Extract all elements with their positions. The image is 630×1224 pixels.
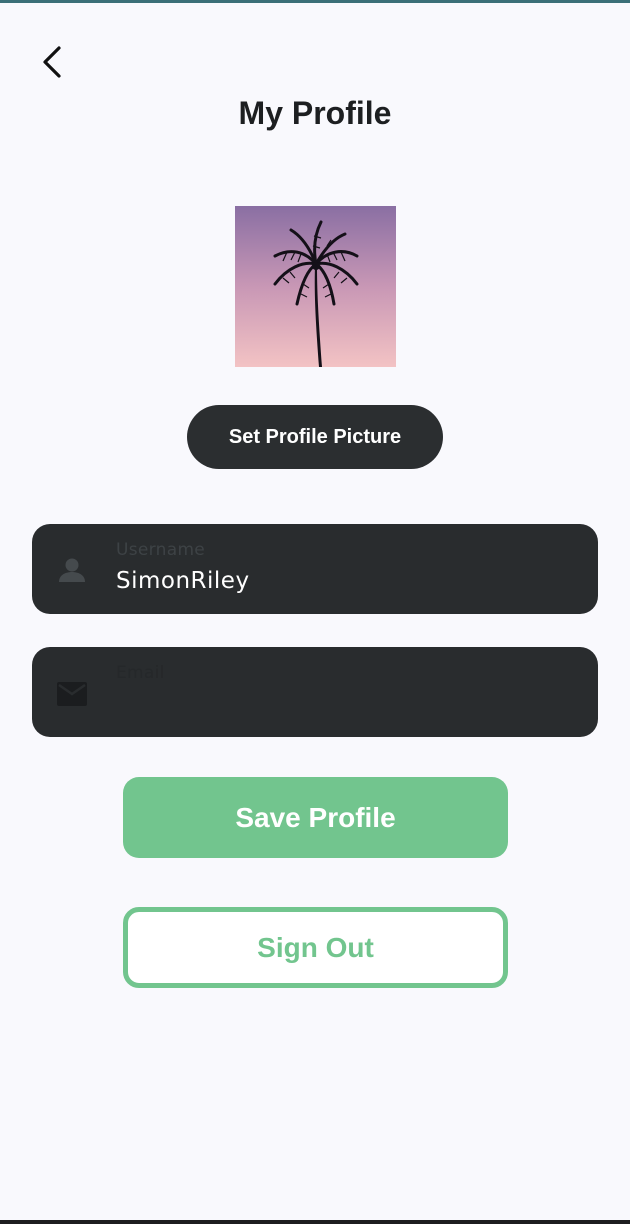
person-icon: [59, 558, 85, 582]
page-title: My Profile: [238, 95, 392, 131]
set-profile-picture-button[interactable]: Set Profile Picture: [187, 405, 443, 469]
back-button[interactable]: [30, 40, 74, 84]
username-field[interactable]: Username SimonRiley: [32, 524, 598, 614]
bottom-navigation-bar: [0, 1220, 630, 1224]
email-field[interactable]: Email: [32, 647, 598, 737]
chevron-left-icon: [43, 46, 61, 78]
save-profile-button[interactable]: Save Profile: [123, 777, 508, 858]
envelope-icon: [57, 682, 87, 706]
username-value[interactable]: SimonRiley: [116, 568, 566, 594]
sign-out-button[interactable]: Sign Out: [123, 907, 508, 988]
username-label: Username: [116, 540, 206, 560]
email-label: Email: [116, 663, 165, 683]
top-accent-line: [0, 0, 630, 3]
profile-picture: [235, 206, 396, 367]
